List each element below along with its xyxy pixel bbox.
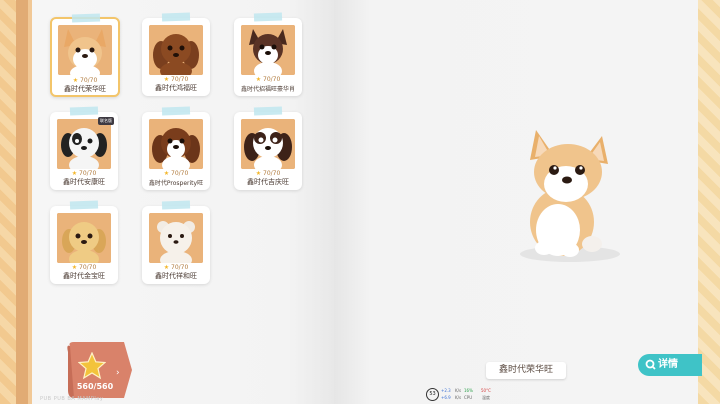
dog-card-2[interactable]: ★ 70/70 鑫时代鸿福旺 <box>142 12 210 96</box>
temp-value: 50°C <box>481 388 491 393</box>
card-star-text: 70/70 <box>171 170 189 177</box>
card-star-text: 70/70 <box>171 264 189 271</box>
selected-dog-figure[interactable] <box>508 126 628 266</box>
tape-decoration <box>161 200 191 210</box>
star-icon: ★ <box>255 170 262 177</box>
card-star-text: 70/70 <box>171 76 189 83</box>
card-star-text: 70/70 <box>79 170 97 177</box>
dog-portrait-dalmatian <box>57 119 111 169</box>
tape-decoration <box>69 200 99 210</box>
dog-portrait-beagle <box>241 119 295 169</box>
card-name: 鑫时代安康旺 <box>63 178 105 186</box>
book-spine <box>16 0 28 404</box>
card-name: 鑫时代金宝旺 <box>63 272 105 280</box>
net-up: +2.3 <box>441 388 451 393</box>
tape-decoration <box>161 106 191 116</box>
card-star-count: ★ 70/70 <box>142 76 210 83</box>
dog-card-3[interactable]: ★ 70/70 鑫时代招福旺豪华肖 <box>234 12 302 96</box>
card-star-text: 70/70 <box>79 264 97 271</box>
card-star-count: ★ 70/70 <box>142 170 210 177</box>
dog-card-5[interactable]: ★ 70/70 鑫时代Prosperity旺 <box>142 106 210 190</box>
tape-decoration <box>253 12 283 22</box>
dog-card-7[interactable]: ★ 70/70 鑫时代金宝旺 <box>50 200 118 284</box>
star-icon: ★ <box>72 77 79 84</box>
card-name: 鑫时代招福旺豪华肖 <box>240 86 295 93</box>
card-star-count: ★ 70/70 <box>142 264 210 271</box>
star-icon: ★ <box>255 76 262 83</box>
dog-portrait-golden <box>57 213 111 263</box>
star-icon: ★ <box>71 170 78 177</box>
card-star-count: ★ 70/70 <box>234 170 302 177</box>
dog-portrait-spaniel <box>149 119 203 169</box>
card-name: 鑫时代荣华旺 <box>64 85 106 93</box>
dog-portrait-corgi <box>58 25 112 75</box>
collab-badge: 联名版 <box>98 117 114 125</box>
tape-decoration <box>69 106 99 116</box>
card-star-count: ★ 70/70 <box>52 77 118 84</box>
dog-portrait-husky <box>241 25 295 75</box>
background-stripe-right <box>698 0 720 404</box>
dog-card-8[interactable]: ★ 70/70 鑫时代祥和旺 <box>142 200 210 284</box>
details-button[interactable]: 详情 <box>638 354 702 376</box>
net-down: +6.9 <box>441 395 451 400</box>
star-total-count: 560/560 <box>76 382 114 391</box>
star-icon: ★ <box>163 170 170 177</box>
dog-card-4[interactable]: 联名版 ★ 70/70 鑫时代安康旺 <box>50 106 118 190</box>
dog-portrait-white <box>149 213 203 263</box>
card-star-text: 70/70 <box>263 76 281 83</box>
cpu-label: CPU <box>464 395 473 400</box>
card-star-text: 70/70 <box>263 170 281 177</box>
chevron-right-icon[interactable]: › <box>116 368 120 378</box>
card-star-text: 70/70 <box>80 77 98 84</box>
cpu-value: 16% <box>464 388 473 393</box>
star-icon: ★ <box>163 264 170 271</box>
tape-decoration <box>161 12 191 22</box>
net-up-unit: K/s <box>455 388 462 393</box>
card-name: 鑫时代Prosperity旺 <box>148 180 204 187</box>
tape-decoration <box>71 13 101 23</box>
dog-card-1[interactable]: ★ 70/70 鑫时代荣华旺 <box>50 13 120 97</box>
details-label: 详情 <box>658 359 678 370</box>
card-star-count: ★ 70/70 <box>50 170 118 177</box>
star-icon: ★ <box>71 264 78 271</box>
net-down-unit: K/s <box>455 395 462 400</box>
card-name: 鑫时代吉庆旺 <box>247 178 289 186</box>
faint-footer-text: PUB PUB BA MAMPlay <box>40 396 104 402</box>
dog-card-6[interactable]: ★ 70/70 鑫时代吉庆旺 <box>234 106 302 190</box>
temp-label: 温度 <box>482 395 490 400</box>
big-star-icon <box>78 352 106 380</box>
card-star-count: ★ 70/70 <box>50 264 118 271</box>
search-icon <box>645 354 656 385</box>
card-name: 鑫时代鸿福旺 <box>155 84 197 92</box>
fps-counter: 53 <box>426 388 439 401</box>
card-star-count: ★ 70/70 <box>234 76 302 83</box>
card-name: 鑫时代祥和旺 <box>155 272 197 280</box>
background-stripe-left <box>0 0 16 404</box>
dog-portrait-poodle <box>149 25 203 75</box>
selected-dog-name: 鑫时代荣华旺 <box>486 362 566 379</box>
star-icon: ★ <box>163 76 170 83</box>
tape-decoration <box>253 106 283 116</box>
